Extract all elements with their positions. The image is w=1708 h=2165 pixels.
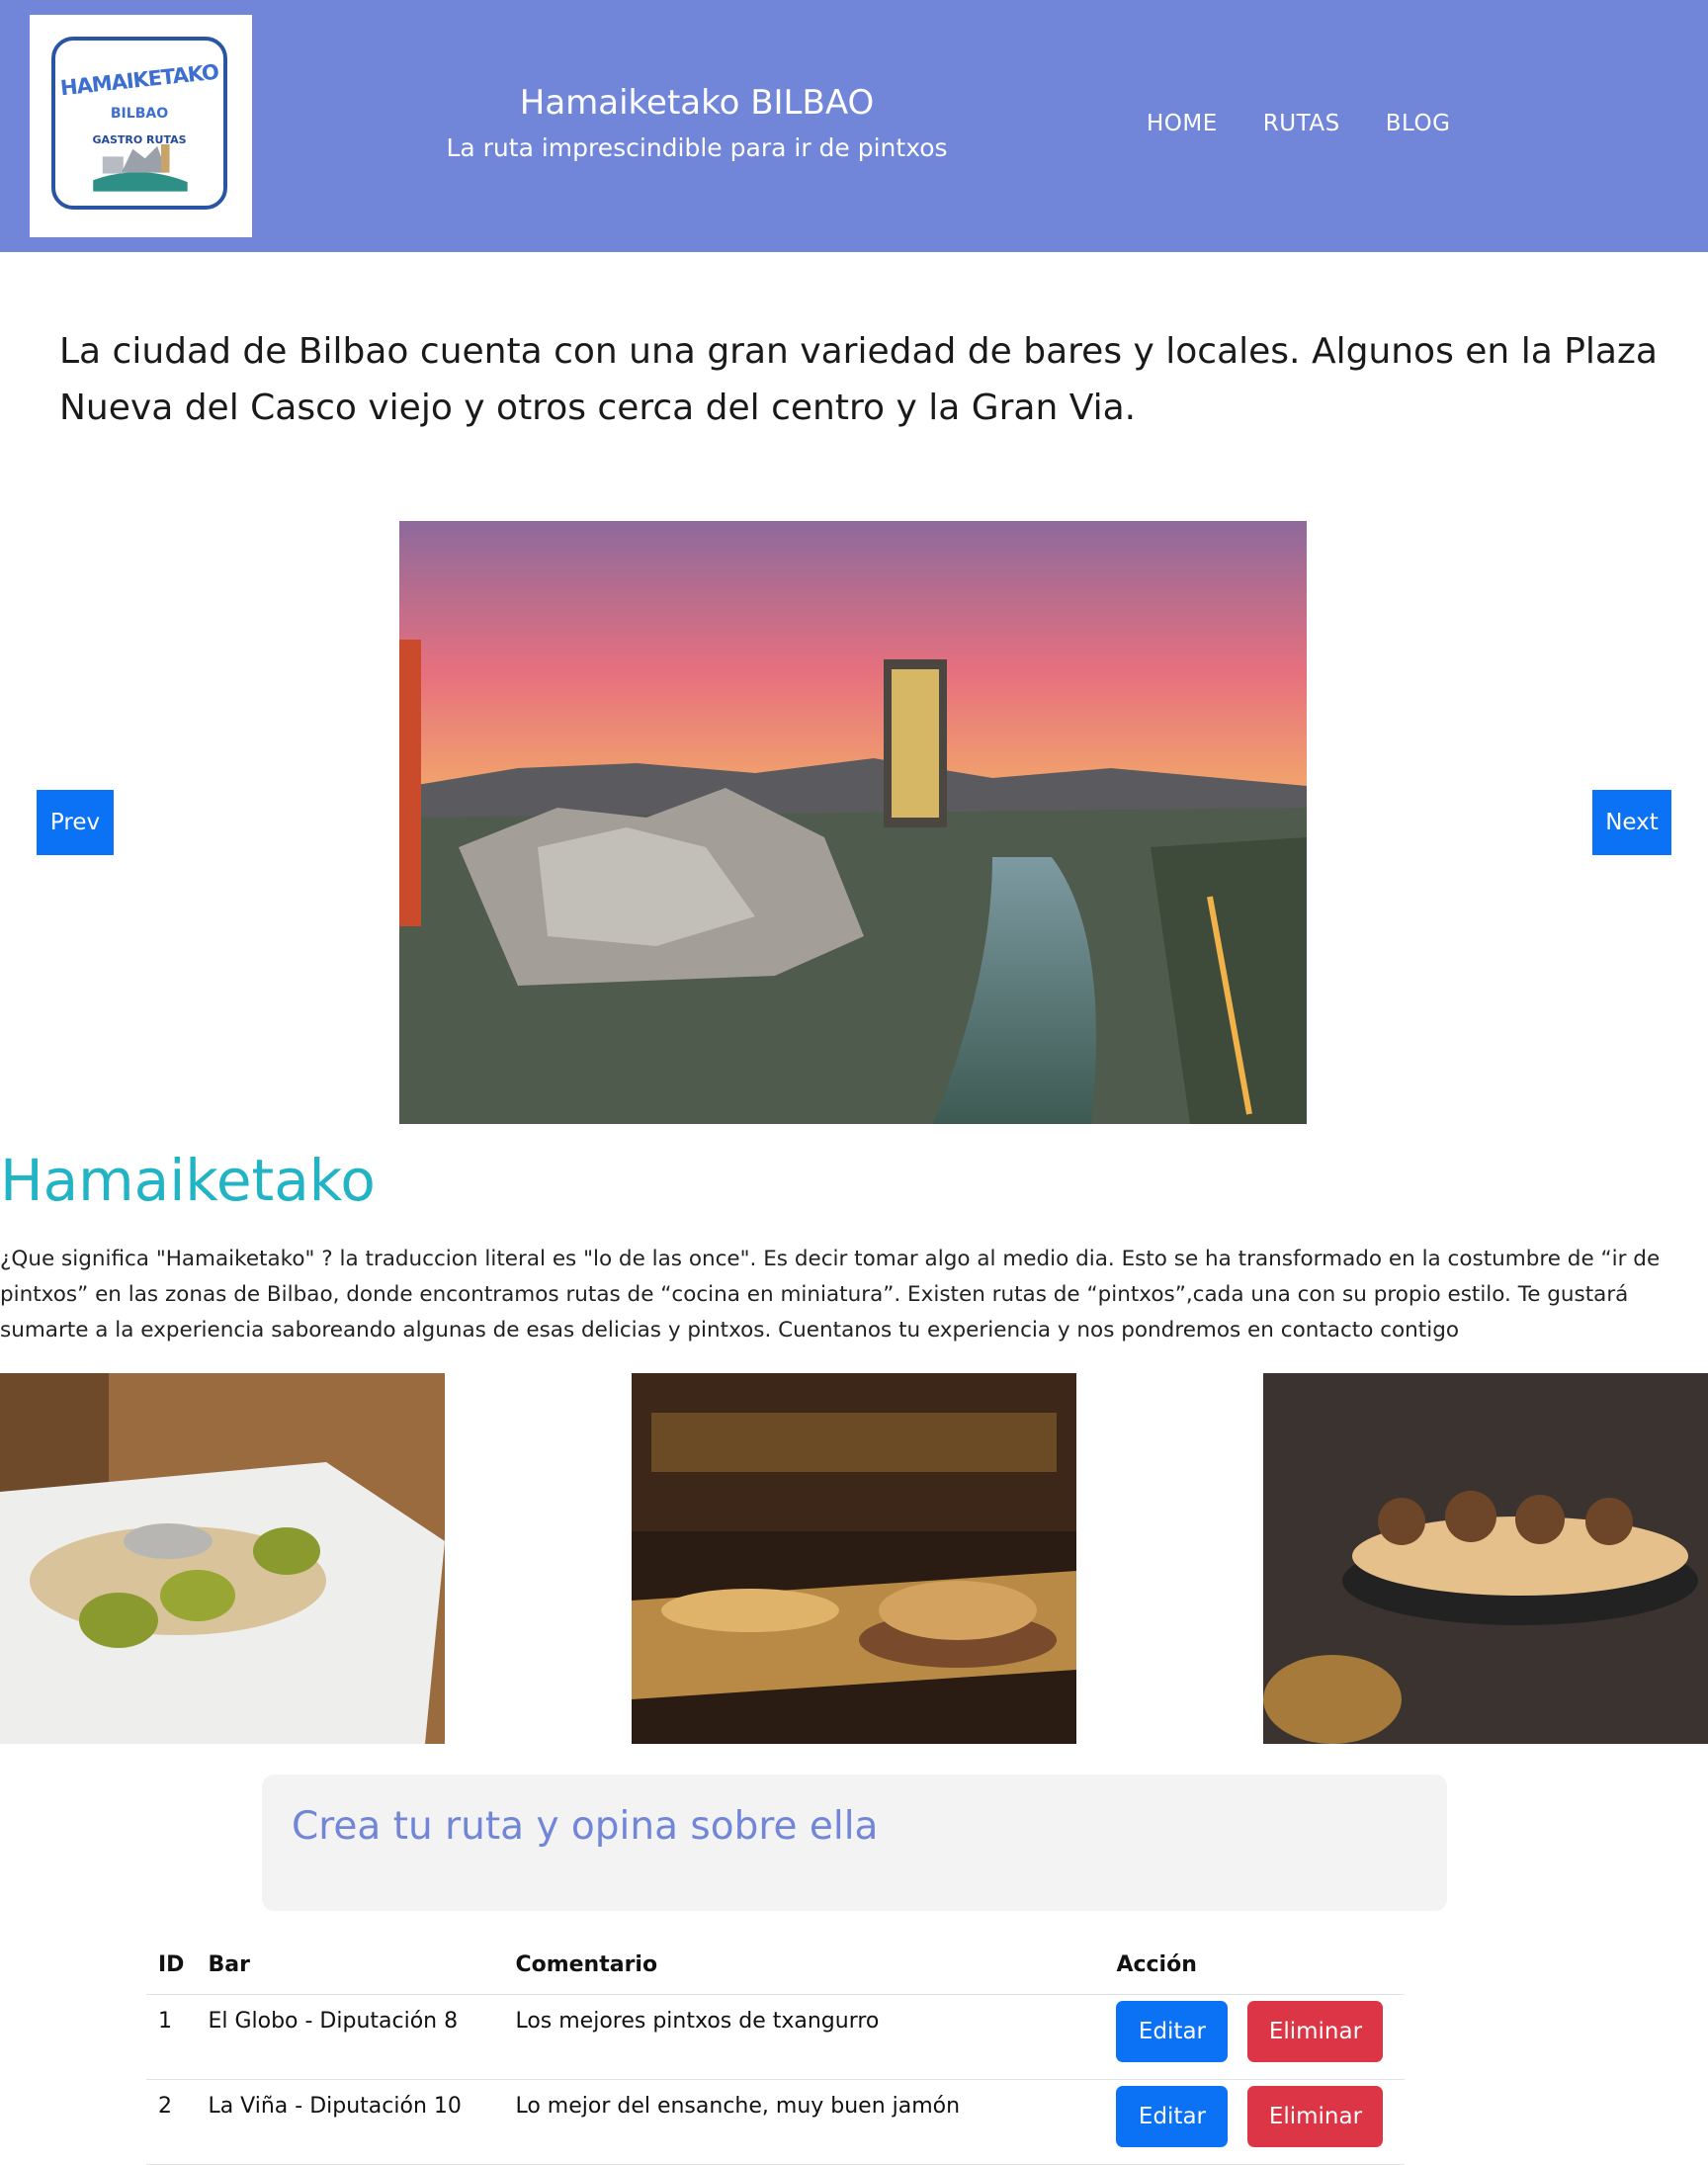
carousel-image-bilbao — [399, 521, 1307, 1124]
pintxo-photo-mushrooms — [1263, 1373, 1708, 1744]
main-nav: HOME RUTAS BLOG — [1147, 111, 1450, 136]
row-comment: Lo mejor del ensanche, muy buen jamón — [503, 2079, 1105, 2165]
intro-text: La ciudad de Bilbao cuenta con una gran … — [59, 331, 1658, 428]
delete-button[interactable]: Eliminar — [1247, 2086, 1384, 2147]
site-logo[interactable]: HAMAIKETAKO BILBAO GASTRO RUTAS — [30, 15, 252, 237]
edit-button[interactable]: Editar — [1116, 2001, 1229, 2062]
routes-table: ID Bar Comentario Acción 1 El Globo - Di… — [146, 1952, 1405, 2165]
logo-frame: HAMAIKETAKO BILBAO GASTRO RUTAS — [51, 37, 227, 210]
row-actions: Editar Eliminar — [1104, 1994, 1405, 2080]
row-id: 1 — [146, 1994, 197, 2080]
column-header-action: Acción — [1104, 1952, 1405, 1995]
row-actions: Editar Eliminar — [1104, 2079, 1405, 2165]
pintxo-photo-anchovies — [0, 1373, 445, 1744]
nav-home[interactable]: HOME — [1147, 111, 1218, 136]
delete-button[interactable]: Eliminar — [1247, 2001, 1384, 2062]
guggenheim-logo-icon — [93, 143, 188, 192]
table-row: 1 El Globo - Diputación 8 Los mejores pi… — [146, 1994, 1405, 2080]
section-heading: Hamaiketako — [0, 1147, 376, 1214]
site-title: Hamaiketako BILBAO — [519, 83, 875, 123]
carousel-next-button[interactable]: Next — [1592, 790, 1671, 855]
site-subtitle: La ruta imprescindible para ir de pintxo… — [446, 133, 948, 162]
create-route-title: Crea tu ruta y opina sobre ella — [292, 1804, 879, 1849]
table-row: 2 La Viña - Diputación 10 Lo mejor del e… — [146, 2079, 1405, 2165]
section-description: ¿Que significa "Hamaiketako" ? la traduc… — [0, 1247, 1661, 1342]
nav-blog[interactable]: BLOG — [1386, 111, 1451, 136]
site-header: HAMAIKETAKO BILBAO GASTRO RUTAS Hamaiket… — [0, 0, 1708, 252]
row-bar: El Globo - Diputación 8 — [196, 1994, 504, 2080]
pintxo-photo-bar-counter — [632, 1373, 1076, 1744]
nav-rutas[interactable]: RUTAS — [1263, 111, 1340, 136]
column-header-bar: Bar — [196, 1952, 504, 1995]
row-bar: La Viña - Diputación 10 — [196, 2079, 504, 2165]
edit-button[interactable]: Editar — [1116, 2086, 1229, 2147]
create-route-panel: Crea tu ruta y opina sobre ella — [262, 1775, 1447, 1911]
column-header-id: ID — [146, 1952, 197, 1995]
row-comment: Los mejores pintxos de txangurro — [503, 1994, 1105, 2080]
row-id: 2 — [146, 2079, 197, 2165]
table-header-row: ID Bar Comentario Acción — [146, 1952, 1405, 1995]
carousel-prev-button[interactable]: Prev — [37, 790, 114, 855]
column-header-comment: Comentario — [503, 1952, 1105, 1995]
